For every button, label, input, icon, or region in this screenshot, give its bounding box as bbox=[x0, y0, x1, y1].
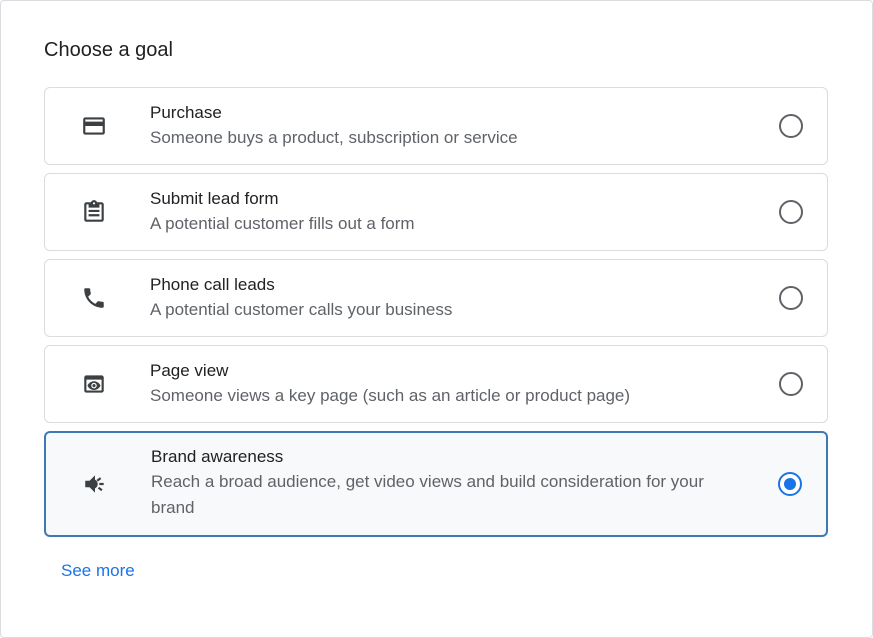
goal-option-purchase[interactable]: Purchase Someone buys a product, subscri… bbox=[44, 87, 828, 165]
goal-panel: Choose a goal Purchase Someone buys a pr… bbox=[0, 0, 873, 638]
goal-option-phone-call-leads[interactable]: Phone call leads A potential customer ca… bbox=[44, 259, 828, 337]
radio-button-purchase[interactable] bbox=[779, 114, 803, 138]
radio-button-submit-lead-form[interactable] bbox=[779, 200, 803, 224]
goal-option-description: Someone buys a product, subscription or … bbox=[150, 128, 518, 147]
radio-button-brand-awareness[interactable] bbox=[778, 472, 802, 496]
megaphone-icon bbox=[82, 471, 108, 497]
goal-option-page-view[interactable]: Page view Someone views a key page (such… bbox=[44, 345, 828, 423]
goal-option-title: Brand awareness bbox=[151, 447, 284, 466]
goal-option-description: Reach a broad audience, get video views … bbox=[151, 472, 704, 517]
goal-option-text: Phone call leads A potential customer ca… bbox=[150, 273, 750, 323]
goal-option-title: Page view bbox=[150, 361, 229, 380]
see-more-link[interactable]: See more bbox=[61, 559, 135, 583]
goal-option-description: A potential customer calls your business bbox=[150, 300, 453, 319]
goal-option-title: Phone call leads bbox=[150, 275, 275, 294]
phone-icon bbox=[81, 285, 107, 311]
radio-button-phone-call-leads[interactable] bbox=[779, 286, 803, 310]
page-view-icon bbox=[81, 371, 107, 397]
goal-option-description: A potential customer fills out a form bbox=[150, 214, 415, 233]
clipboard-form-icon bbox=[81, 199, 107, 225]
goal-option-text: Submit lead form A potential customer fi… bbox=[150, 187, 750, 237]
goal-option-brand-awareness[interactable]: Brand awareness Reach a broad audience, … bbox=[44, 431, 828, 537]
goal-option-title: Purchase bbox=[150, 103, 222, 122]
goal-option-title: Submit lead form bbox=[150, 189, 279, 208]
goal-option-text: Page view Someone views a key page (such… bbox=[150, 359, 750, 409]
panel-title: Choose a goal bbox=[44, 39, 173, 61]
goal-option-text: Brand awareness Reach a broad audience, … bbox=[151, 445, 751, 521]
goal-option-submit-lead-form[interactable]: Submit lead form A potential customer fi… bbox=[44, 173, 828, 251]
goal-option-text: Purchase Someone buys a product, subscri… bbox=[150, 101, 750, 151]
goal-option-description: Someone views a key page (such as an art… bbox=[150, 386, 631, 405]
radio-button-page-view[interactable] bbox=[779, 372, 803, 396]
credit-card-icon bbox=[81, 113, 107, 139]
